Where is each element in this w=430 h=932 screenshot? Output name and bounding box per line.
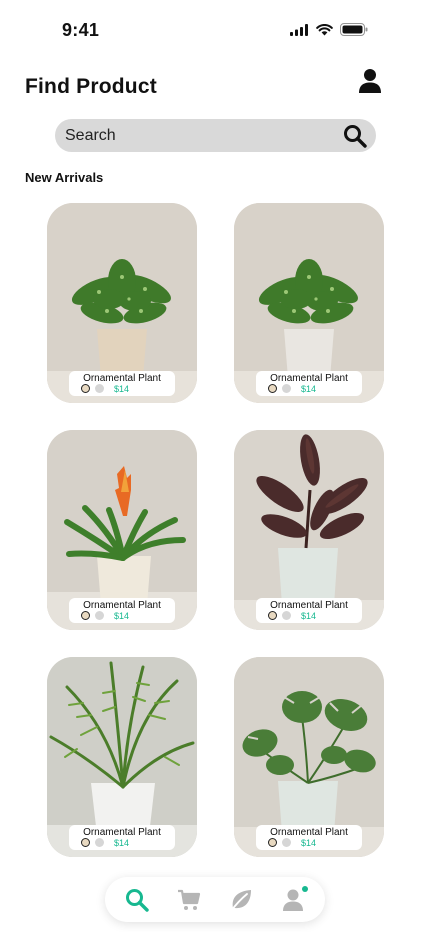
search-input[interactable] [55, 119, 325, 152]
product-price: $14 [301, 384, 317, 394]
color-swatch[interactable] [95, 611, 104, 620]
color-swatch-selected[interactable] [268, 611, 277, 620]
product-card[interactable]: Ornamental Plant $14 [47, 203, 197, 403]
profile-button[interactable] [358, 68, 382, 94]
cellular-signal-icon [290, 23, 308, 36]
wifi-icon [316, 23, 333, 35]
search-button[interactable] [343, 124, 367, 148]
nav-search[interactable] [125, 888, 149, 912]
color-swatch[interactable] [95, 384, 104, 393]
bottom-nav [105, 877, 325, 922]
color-swatch-selected[interactable] [81, 838, 90, 847]
product-price: $14 [114, 838, 130, 848]
search-bar [55, 119, 376, 152]
user-icon [359, 69, 381, 93]
product-info: Ornamental Plant $14 [256, 825, 362, 850]
product-name: Ornamental Plant [270, 600, 348, 611]
color-swatch-selected[interactable] [268, 384, 277, 393]
product-price: $14 [114, 384, 130, 394]
notification-dot [302, 886, 308, 892]
product-price: $14 [301, 838, 317, 848]
product-name: Ornamental Plant [83, 373, 161, 384]
product-card[interactable]: Ornamental Plant $14 [47, 657, 197, 857]
page-title: Find Product [25, 75, 157, 98]
search-icon [344, 125, 367, 148]
product-name: Ornamental Plant [83, 600, 161, 611]
status-icons [290, 23, 368, 36]
color-swatch[interactable] [95, 838, 104, 847]
product-info: Ornamental Plant $14 [69, 371, 175, 396]
product-name: Ornamental Plant [270, 827, 348, 838]
status-bar: 9:41 [0, 0, 430, 60]
product-card[interactable]: Ornamental Plant $14 [234, 657, 384, 857]
product-info: Ornamental Plant $14 [256, 371, 362, 396]
nav-plants[interactable] [229, 888, 253, 912]
status-time: 9:41 [62, 20, 100, 40]
product-card[interactable]: Ornamental Plant $14 [234, 430, 384, 630]
color-swatch-selected[interactable] [81, 384, 90, 393]
product-info: Ornamental Plant $14 [69, 598, 175, 623]
cart-icon [178, 889, 201, 910]
leaf-icon [230, 890, 251, 912]
section-title: New Arrivals [25, 170, 104, 185]
product-card[interactable]: Ornamental Plant $14 [234, 203, 384, 403]
product-price: $14 [114, 611, 130, 621]
battery-icon [340, 23, 368, 36]
search-icon [126, 889, 149, 912]
color-swatch-selected[interactable] [268, 838, 277, 847]
nav-cart[interactable] [177, 888, 201, 912]
product-name: Ornamental Plant [83, 827, 161, 838]
color-swatch[interactable] [282, 838, 291, 847]
color-swatch[interactable] [282, 611, 291, 620]
nav-profile[interactable] [281, 888, 305, 912]
color-swatch[interactable] [282, 384, 291, 393]
user-icon [283, 889, 303, 911]
product-price: $14 [301, 611, 317, 621]
product-card[interactable]: Ornamental Plant $14 [47, 430, 197, 630]
color-swatch-selected[interactable] [81, 611, 90, 620]
product-info: Ornamental Plant $14 [69, 825, 175, 850]
product-info: Ornamental Plant $14 [256, 598, 362, 623]
product-name: Ornamental Plant [270, 373, 348, 384]
